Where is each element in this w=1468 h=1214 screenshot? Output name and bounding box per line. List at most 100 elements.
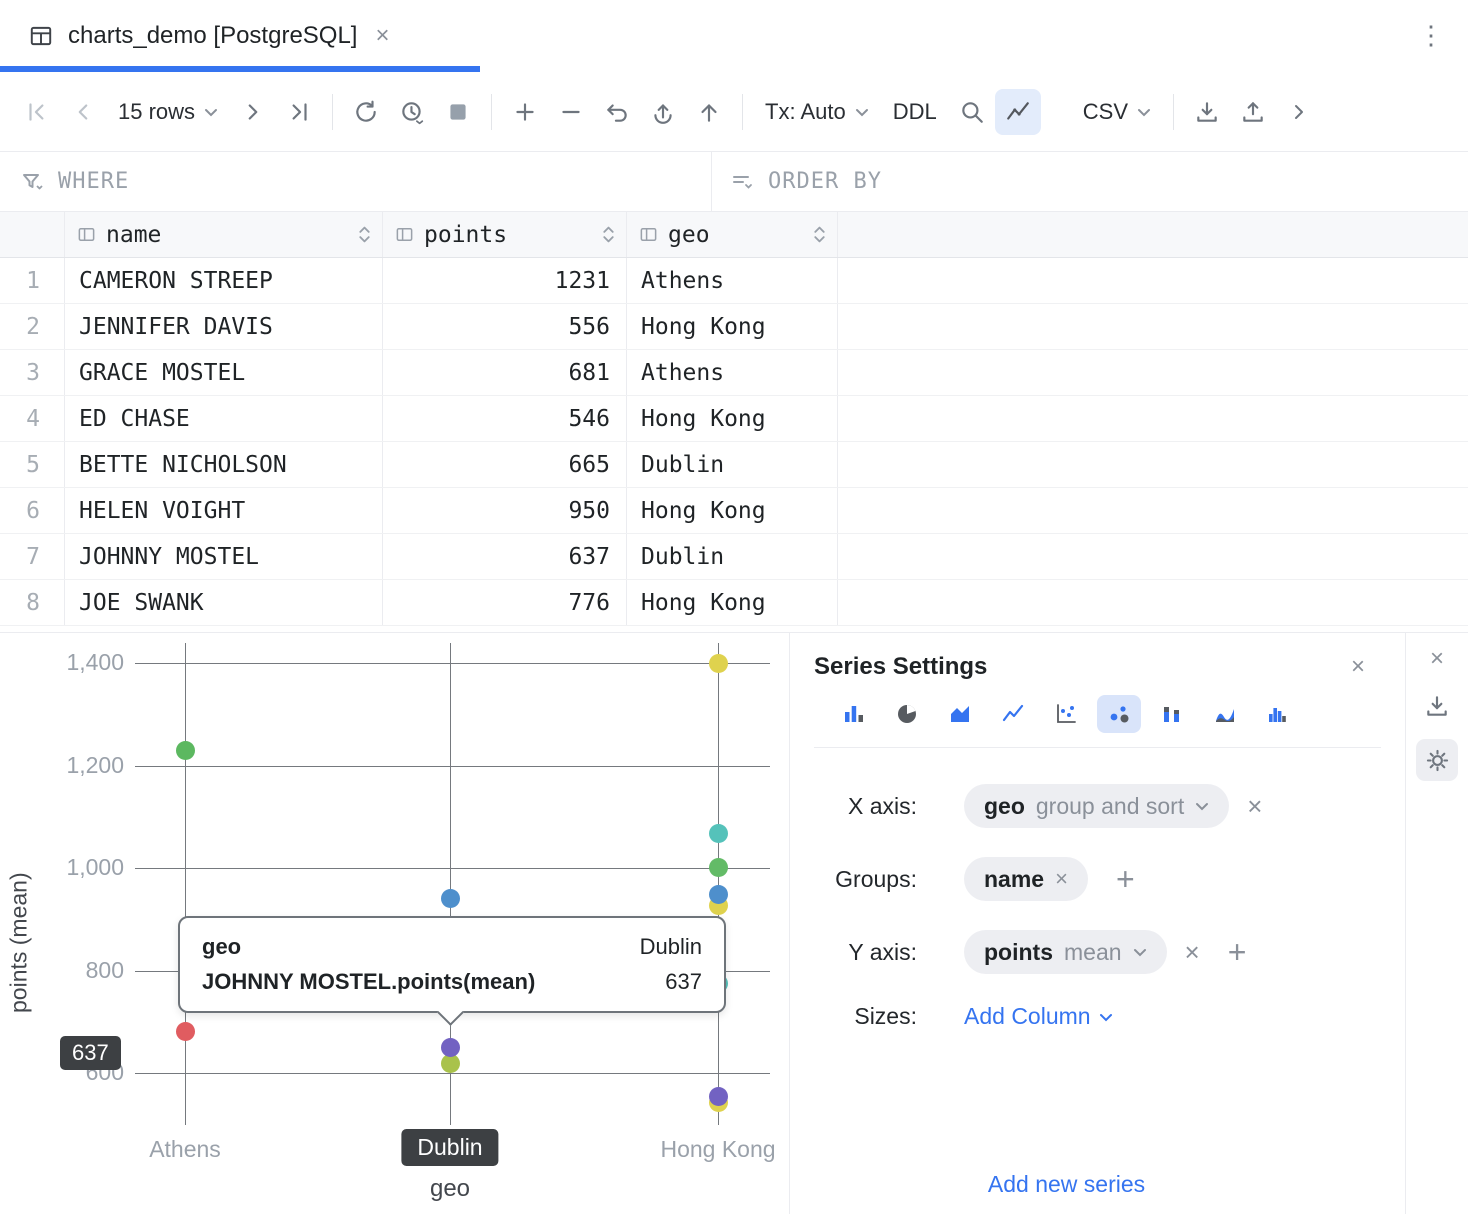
next-page-button[interactable] <box>230 89 276 135</box>
x-axis-pill[interactable]: geo group and sort <box>964 784 1229 828</box>
y-axis-pill[interactable]: points mean <box>964 930 1167 974</box>
cell-name[interactable]: HELEN VOIGHT <box>65 488 383 533</box>
cell-name[interactable]: BETTE NICHOLSON <box>65 442 383 487</box>
area-chart-icon[interactable] <box>938 695 982 733</box>
table-row[interactable]: 5BETTE NICHOLSON665Dublin <box>0 442 1468 488</box>
cell-name[interactable]: CAMERON STREEP <box>65 258 383 303</box>
cell-geo[interactable]: Dublin <box>627 442 838 487</box>
data-point[interactable] <box>709 858 728 877</box>
first-page-button[interactable] <box>14 89 60 135</box>
toolbar: 15 rows Tx: Auto DDL <box>0 72 1468 152</box>
chart-view-toggle[interactable] <box>995 89 1041 135</box>
cell-geo[interactable]: Hong Kong <box>627 396 838 441</box>
cell-points[interactable]: 637 <box>383 534 627 579</box>
table-row[interactable]: 8JOE SWANK776Hong Kong <box>0 580 1468 626</box>
cell-name[interactable]: JOE SWANK <box>65 580 383 625</box>
tooltip-label: JOHNNY MOSTEL.points(mean) <box>202 969 535 995</box>
cell-points[interactable]: 665 <box>383 442 627 487</box>
cell-name[interactable]: JOHNNY MOSTEL <box>65 534 383 579</box>
groups-pill[interactable]: name × <box>964 857 1088 901</box>
scatter-chart-icon[interactable] <box>1044 695 1088 733</box>
add-y-axis-icon[interactable]: + <box>1228 936 1247 968</box>
revert-changes-button[interactable] <box>594 89 640 135</box>
column-header-points[interactable]: points <box>383 212 627 257</box>
delete-row-button[interactable] <box>548 89 594 135</box>
close-icon[interactable]: × <box>1351 653 1365 681</box>
data-point[interactable] <box>709 654 728 673</box>
chart-settings-button[interactable] <box>1416 739 1458 781</box>
stream-chart-icon[interactable] <box>1203 695 1247 733</box>
add-column-link[interactable]: Add Column <box>964 1003 1113 1030</box>
cell-geo[interactable]: Athens <box>627 350 838 395</box>
kebab-menu-icon[interactable]: ⋮ <box>1418 20 1444 51</box>
export-format-label: CSV <box>1083 99 1128 125</box>
order-by-filter[interactable]: ORDER BY <box>712 152 1468 211</box>
cell-geo[interactable]: Dublin <box>627 534 838 579</box>
cell-geo[interactable]: Hong Kong <box>627 580 838 625</box>
tab-close-icon[interactable]: × <box>375 22 389 50</box>
cell-geo[interactable]: Hong Kong <box>627 488 838 533</box>
ddl-button[interactable]: DDL <box>881 89 949 135</box>
export-format-dropdown[interactable]: CSV <box>1071 89 1163 135</box>
stop-button[interactable] <box>435 89 481 135</box>
cell-geo[interactable]: Athens <box>627 258 838 303</box>
stacked-bar-chart-icon[interactable] <box>1150 695 1194 733</box>
cell-geo[interactable]: Hong Kong <box>627 304 838 349</box>
data-point[interactable] <box>709 885 728 904</box>
sort-arrows-icon[interactable] <box>357 225 372 244</box>
cell-points[interactable]: 950 <box>383 488 627 533</box>
table-row[interactable]: 7JOHNNY MOSTEL637Dublin <box>0 534 1468 580</box>
close-icon[interactable]: × <box>1430 645 1444 673</box>
cell-points[interactable]: 1231 <box>383 258 627 303</box>
refresh-button[interactable] <box>343 89 389 135</box>
cell-points[interactable]: 776 <box>383 580 627 625</box>
bubble-chart-icon[interactable] <box>1097 695 1141 733</box>
import-upload-button[interactable] <box>1230 89 1276 135</box>
column-header-geo[interactable]: geo <box>627 212 838 257</box>
cell-name[interactable]: JENNIFER DAVIS <box>65 304 383 349</box>
schedule-refresh-button[interactable] <box>389 89 435 135</box>
cell-points[interactable]: 546 <box>383 396 627 441</box>
add-row-button[interactable] <box>502 89 548 135</box>
data-point[interactable] <box>176 1022 195 1041</box>
download-chart-icon[interactable] <box>1424 693 1450 719</box>
line-chart-icon[interactable] <box>991 695 1035 733</box>
table-row[interactable]: 3GRACE MOSTEL681Athens <box>0 350 1468 396</box>
sort-arrows-icon[interactable] <box>812 225 827 244</box>
data-point[interactable] <box>709 824 728 843</box>
sort-arrows-icon[interactable] <box>601 225 616 244</box>
pie-chart-icon[interactable] <box>885 695 929 733</box>
add-new-series-link[interactable]: Add new series <box>988 1171 1145 1198</box>
page-size-dropdown[interactable]: 15 rows <box>106 89 230 135</box>
table-row[interactable]: 4ED CHASE546Hong Kong <box>0 396 1468 442</box>
remove-x-axis-icon[interactable]: × <box>1247 793 1262 819</box>
data-point[interactable] <box>709 1087 728 1106</box>
commit-button[interactable] <box>686 89 732 135</box>
remove-groups-icon[interactable]: × <box>1055 866 1068 892</box>
table-row[interactable]: 1CAMERON STREEP1231Athens <box>0 258 1468 304</box>
data-point[interactable] <box>441 889 460 908</box>
export-download-button[interactable] <box>1184 89 1230 135</box>
filter-bar: WHERE ORDER BY <box>0 152 1468 212</box>
column-header-name[interactable]: name <box>65 212 383 257</box>
cell-points[interactable]: 681 <box>383 350 627 395</box>
tx-mode-dropdown[interactable]: Tx: Auto <box>753 89 881 135</box>
remove-y-axis-icon[interactable]: × <box>1185 939 1200 965</box>
previous-page-button[interactable] <box>60 89 106 135</box>
tab-charts-demo[interactable]: charts_demo [PostgreSQL] × <box>0 0 480 72</box>
table-row[interactable]: 6HELEN VOIGHT950Hong Kong <box>0 488 1468 534</box>
data-point[interactable] <box>441 1038 460 1057</box>
cell-name[interactable]: ED CHASE <box>65 396 383 441</box>
bar-chart-icon[interactable] <box>832 695 876 733</box>
last-page-button[interactable] <box>276 89 322 135</box>
toolbar-overflow-chevron[interactable] <box>1276 89 1322 135</box>
submit-button[interactable] <box>640 89 686 135</box>
cell-points[interactable]: 556 <box>383 304 627 349</box>
search-icon[interactable] <box>949 89 995 135</box>
where-filter[interactable]: WHERE <box>0 152 712 211</box>
add-group-icon[interactable]: + <box>1116 863 1135 895</box>
histogram-chart-icon[interactable] <box>1256 695 1300 733</box>
table-row[interactable]: 2JENNIFER DAVIS556Hong Kong <box>0 304 1468 350</box>
cell-name[interactable]: GRACE MOSTEL <box>65 350 383 395</box>
data-point[interactable] <box>176 741 195 760</box>
